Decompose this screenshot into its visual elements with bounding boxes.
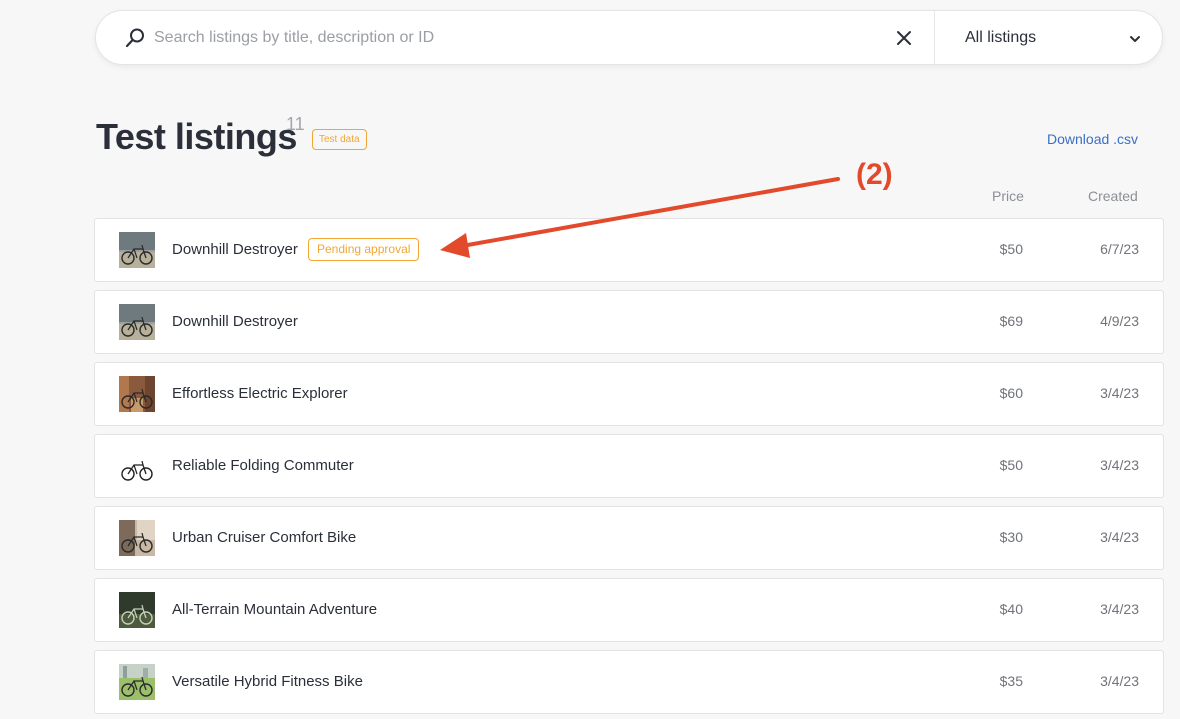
listing-thumbnail bbox=[119, 520, 155, 556]
listing-filter-dropdown[interactable]: All listings bbox=[935, 11, 1163, 64]
listing-price: $60 bbox=[999, 385, 1023, 401]
table-row[interactable]: Effortless Electric Explorer $60 3/4/23 bbox=[94, 362, 1164, 426]
listing-price: $35 bbox=[999, 673, 1023, 689]
listing-title: Reliable Folding Commuter bbox=[172, 457, 354, 474]
page-title: Test listings bbox=[96, 116, 297, 157]
test-data-badge: Test data bbox=[312, 129, 367, 150]
listing-created-date: 3/4/23 bbox=[1100, 673, 1139, 689]
listing-thumbnail bbox=[119, 232, 155, 268]
status-badge: Pending approval bbox=[308, 238, 420, 261]
listing-created-date: 3/4/23 bbox=[1100, 529, 1139, 545]
listing-title: Effortless Electric Explorer bbox=[172, 385, 348, 402]
listing-price: $50 bbox=[999, 241, 1023, 257]
annotation-label: (2) bbox=[856, 158, 893, 191]
listing-count: 11 bbox=[286, 114, 305, 134]
column-header-created: Created bbox=[1088, 188, 1138, 204]
listing-thumbnail bbox=[119, 376, 155, 412]
listing-title: Downhill Destroyer bbox=[172, 241, 298, 258]
table-row[interactable]: Downhill Destroyer Pending approval $50 … bbox=[94, 218, 1164, 282]
listing-thumbnail bbox=[119, 664, 155, 700]
page: All listings Test listings 11 Test data … bbox=[0, 0, 1180, 719]
listing-created-date: 3/4/23 bbox=[1100, 385, 1139, 401]
listing-price: $40 bbox=[999, 601, 1023, 617]
listing-thumbnail bbox=[119, 592, 155, 628]
listing-title: Urban Cruiser Comfort Bike bbox=[172, 529, 357, 546]
search-icon bbox=[125, 28, 144, 48]
listing-created-date: 3/4/23 bbox=[1100, 457, 1139, 473]
listing-title: Downhill Destroyer bbox=[172, 313, 298, 330]
column-header-price: Price bbox=[992, 188, 1024, 204]
listing-price: $50 bbox=[999, 457, 1023, 473]
table-row[interactable]: Urban Cruiser Comfort Bike $30 3/4/23 bbox=[94, 506, 1164, 570]
listing-created-date: 4/9/23 bbox=[1100, 313, 1139, 329]
listing-price: $30 bbox=[999, 529, 1023, 545]
download-csv-link[interactable]: Download .csv bbox=[1047, 131, 1138, 147]
listing-created-date: 6/7/23 bbox=[1100, 241, 1139, 257]
close-icon bbox=[897, 31, 911, 45]
search-input[interactable] bbox=[154, 23, 874, 53]
listing-title: All-Terrain Mountain Adventure bbox=[172, 601, 378, 618]
listing-created-date: 3/4/23 bbox=[1100, 601, 1139, 617]
search-bar: All listings bbox=[95, 10, 1163, 65]
listing-title: Versatile Hybrid Fitness Bike bbox=[172, 673, 363, 690]
listings-table: Downhill Destroyer Pending approval $50 … bbox=[94, 218, 1164, 719]
table-row[interactable]: All-Terrain Mountain Adventure $40 3/4/2… bbox=[94, 578, 1164, 642]
table-row[interactable]: Versatile Hybrid Fitness Bike $35 3/4/23 bbox=[94, 650, 1164, 714]
listing-price: $69 bbox=[999, 313, 1023, 329]
listing-thumbnail bbox=[119, 448, 155, 484]
clear-search-button[interactable] bbox=[892, 26, 916, 50]
chevron-down-icon bbox=[1130, 36, 1140, 42]
filter-selected-label: All listings bbox=[965, 28, 1037, 46]
table-row[interactable]: Downhill Destroyer $69 4/9/23 bbox=[94, 290, 1164, 354]
table-row[interactable]: Reliable Folding Commuter $50 3/4/23 bbox=[94, 434, 1164, 498]
listing-thumbnail bbox=[119, 304, 155, 340]
